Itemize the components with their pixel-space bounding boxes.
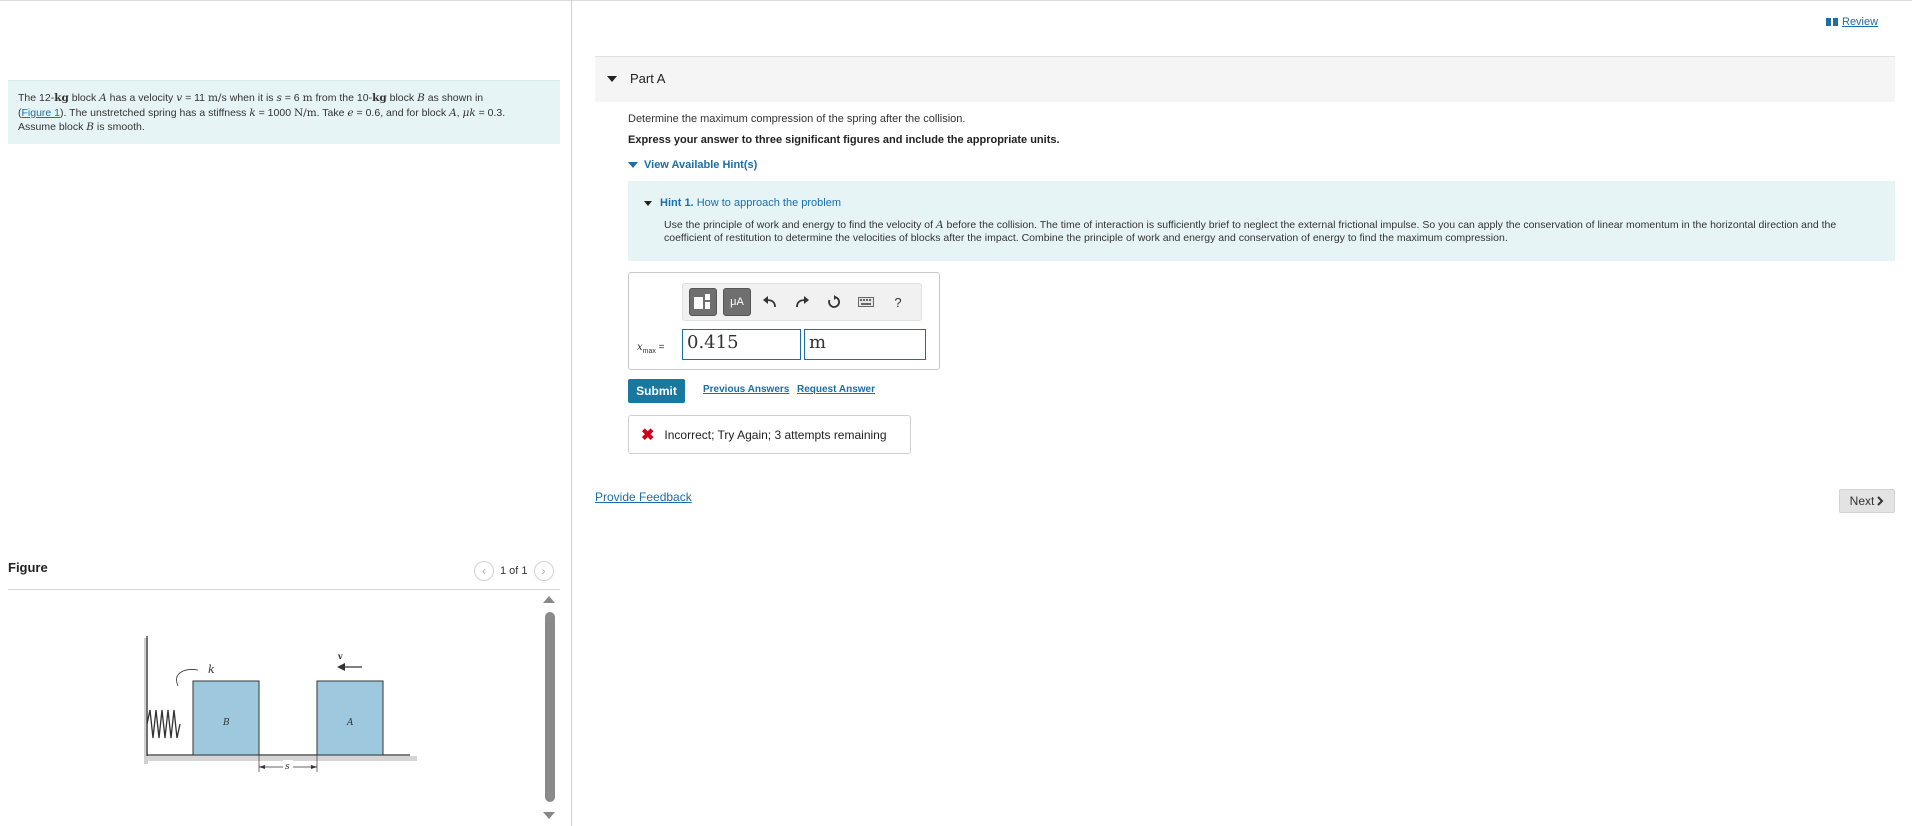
figure-link[interactable]: Figure 1 — [22, 107, 61, 119]
figure-pager: ‹ 1 of 1 › — [474, 561, 554, 581]
prev-figure-button[interactable]: ‹ — [474, 561, 494, 581]
undo-button[interactable] — [757, 289, 783, 315]
hint-var: A — [935, 219, 944, 231]
scroll-up-arrow[interactable] — [543, 596, 555, 603]
provide-feedback-link[interactable]: Provide Feedback — [595, 490, 692, 504]
problem-unit: N/m — [293, 106, 317, 119]
feedback-message: ✖ Incorrect; Try Again; 3 attempts remai… — [628, 415, 911, 454]
view-hints-toggle[interactable]: View Available Hint(s) — [628, 159, 757, 171]
review-label: Review — [1842, 16, 1879, 28]
reset-icon — [828, 295, 840, 308]
unit-input[interactable]: m — [804, 329, 926, 360]
problem-text: from the 10- — [312, 92, 373, 104]
redo-button[interactable] — [789, 289, 815, 315]
problem-unit: kg — [54, 92, 69, 104]
distance-label: s — [285, 762, 290, 772]
problem-text: Assume block — [18, 121, 87, 133]
problem-var: B — [86, 121, 94, 133]
problem-var: A — [449, 106, 457, 119]
figure-scrollbar[interactable] — [545, 612, 555, 802]
answer-box: μA ? xmax = 0.415 m — [628, 272, 940, 370]
problem-unit: m/s — [207, 92, 227, 104]
figure-pager-count: 1 of 1 — [500, 565, 528, 577]
problem-var: μk — [462, 106, 476, 119]
book-icon — [1826, 18, 1838, 26]
hints-toggle-label: View Available Hint(s) — [644, 159, 758, 171]
problem-var: B — [417, 92, 425, 104]
problem-text: = 0.6, and for block — [353, 106, 450, 119]
reset-button[interactable] — [821, 289, 847, 315]
next-button[interactable]: Next — [1839, 489, 1895, 513]
request-answer-link[interactable]: Request Answer — [797, 384, 875, 395]
hint-number: Hint 1. — [660, 197, 694, 209]
problem-text: block — [386, 92, 418, 104]
figure-divider — [8, 589, 560, 590]
problem-text: = 0.3. — [475, 106, 506, 119]
hint-caret-icon — [644, 200, 652, 206]
submit-button[interactable]: Submit — [628, 379, 685, 403]
scroll-down-arrow[interactable] — [543, 812, 555, 819]
figure-diagram: k B A v s — [144, 636, 417, 772]
dim-arrow-left — [259, 765, 265, 769]
problem-text: . Take — [316, 106, 348, 119]
floor-shadow — [147, 756, 417, 761]
problem-text: is smooth. — [94, 121, 145, 133]
part-title: Part A — [630, 71, 666, 86]
chevron-right-icon — [1877, 496, 1884, 506]
block-b-label: B — [222, 718, 230, 728]
problem-text: when it is — [226, 92, 277, 104]
problem-text: block — [68, 92, 100, 104]
velocity-arrowhead — [337, 663, 345, 671]
problem-text: as shown in — [424, 92, 484, 104]
help-button[interactable]: ? — [885, 289, 911, 315]
hint-title: How to approach the problem — [696, 197, 841, 209]
problem-unit: kg — [372, 92, 387, 104]
part-header[interactable]: Part A — [595, 56, 1895, 102]
figure-title: Figure — [8, 560, 48, 575]
hint-1-body: Use the principle of work and energy to … — [664, 219, 1884, 245]
instruction-text: Express your answer to three significant… — [628, 134, 1060, 146]
problem-text: = 6 — [281, 92, 303, 104]
spring — [146, 709, 181, 739]
incorrect-icon: ✖ — [641, 426, 655, 444]
problem-text: The 12- — [18, 92, 55, 104]
keyboard-icon — [858, 297, 874, 307]
review-link[interactable]: Review — [1826, 16, 1878, 28]
templates-icon — [694, 294, 712, 310]
collapse-caret-icon — [607, 76, 617, 82]
undo-icon — [763, 296, 776, 308]
velocity-label: v — [337, 651, 343, 661]
equals-sign: = — [658, 342, 665, 353]
units-button[interactable]: μA — [723, 288, 751, 316]
problem-text: = 1000 — [255, 106, 294, 119]
problem-var: A — [99, 92, 107, 104]
hint-panel: Hint 1. How to approach the problem Use … — [628, 181, 1895, 261]
math-toolbar: μA ? — [682, 283, 922, 321]
hint-text: Use the principle of work and energy to … — [664, 219, 936, 231]
block-a-label: A — [346, 718, 354, 728]
hint-1-header[interactable]: Hint 1. How to approach the problem — [644, 197, 841, 209]
question-text: Determine the maximum compression of the… — [628, 113, 966, 125]
keyboard-button[interactable] — [853, 289, 879, 315]
problem-text: has a velocity — [106, 92, 177, 104]
problem-unit: m — [302, 92, 313, 104]
feedback-text: Incorrect; Try Again; 3 attempts remaini… — [664, 427, 887, 442]
redo-icon — [796, 296, 809, 308]
problem-statement: The 12-kg block A has a velocity v = 11 … — [8, 80, 560, 144]
next-figure-button[interactable]: › — [533, 561, 554, 581]
templates-button[interactable] — [689, 288, 717, 316]
hints-caret-icon — [628, 162, 638, 168]
spring-label: k — [208, 663, 215, 676]
problem-text: ). The unstretched spring has a stiffnes… — [60, 106, 250, 119]
var-subscript: max — [642, 348, 656, 355]
answer-variable: xmax = — [637, 342, 665, 355]
dim-arrow-right — [311, 765, 317, 769]
value-input[interactable]: 0.415 — [682, 329, 801, 360]
previous-answers-link[interactable]: Previous Answers — [703, 384, 789, 395]
problem-text: = 11 — [182, 92, 208, 104]
next-label: Next — [1849, 494, 1875, 508]
problem-pane: The 12-kg block A has a velocity v = 11 … — [0, 0, 572, 826]
